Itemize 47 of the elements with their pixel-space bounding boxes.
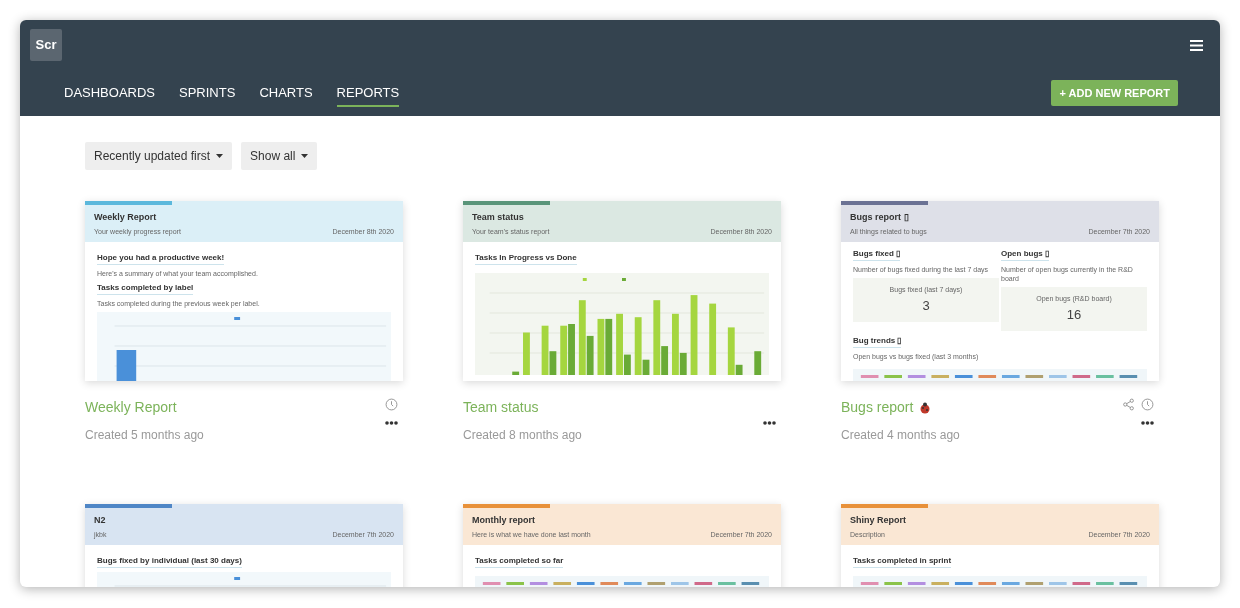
stat-value: 3: [922, 296, 930, 315]
section-heading: Hope you had a productive week!: [97, 252, 225, 265]
created-time: Created 5 months ago: [85, 427, 204, 444]
section-heading: Bugs fixed by individual (last 30 days): [97, 555, 242, 568]
chart-bar: [754, 351, 762, 375]
section-heading: Tasks In Progress vs Done: [475, 252, 577, 265]
chart-bar: [116, 350, 137, 381]
report-preview[interactable]: [85, 201, 403, 381]
filter-dropdown[interactable]: Recently updated first: [85, 142, 233, 170]
chart-bar: [709, 303, 717, 375]
chart-bar: [523, 332, 530, 375]
caret-icon: [301, 154, 309, 158]
legend-swatch: [622, 278, 626, 281]
more-options-icon[interactable]: [385, 421, 398, 425]
more-options-icon[interactable]: [763, 421, 776, 425]
report-preview[interactable]: [841, 201, 1159, 381]
legend-swatch: [582, 278, 587, 281]
nav-tab[interactable]: SPRINTS: [179, 79, 236, 107]
section-heading: Tasks completed by label: [97, 282, 194, 295]
created-time: Created 8 months ago: [463, 427, 582, 444]
section-heading: Open bugs ▯: [1001, 248, 1049, 261]
caret-icon: [216, 154, 224, 158]
preview-title: Shiny Report: [850, 514, 907, 527]
stat-value: 16: [1066, 305, 1082, 324]
chart-bar: [512, 371, 520, 375]
preview-title: Bugs report ▯: [850, 211, 910, 224]
clock-icon[interactable]: [385, 397, 398, 411]
preview-title: N2: [94, 514, 107, 527]
nav-tab[interactable]: CHARTS: [259, 79, 313, 107]
preview-title: Team status: [472, 211, 525, 224]
menu-icon[interactable]: [1190, 39, 1203, 51]
nav-tab[interactable]: DASHBOARDS: [64, 79, 156, 107]
section-heading: Tasks completed in sprint: [853, 555, 952, 568]
section-heading: Tasks completed so far: [475, 555, 564, 568]
logo[interactable]: Scr: [30, 29, 62, 61]
legend-swatch: [234, 317, 241, 320]
share-icon[interactable]: [1122, 397, 1135, 411]
clock-icon[interactable]: [1141, 397, 1154, 411]
nav-tab[interactable]: REPORTS: [336, 79, 400, 107]
more-options-icon[interactable]: [1141, 421, 1154, 425]
legend-swatch: [234, 577, 241, 580]
preview-title: Weekly Report: [94, 211, 158, 224]
preview-title: Monthly report: [472, 514, 536, 527]
section-heading: Bugs fixed ▯: [853, 248, 901, 261]
created-time: Created 4 months ago: [841, 427, 960, 444]
filter-dropdown[interactable]: Show all: [241, 142, 318, 170]
section-heading: Bug trends ▯: [853, 335, 902, 348]
